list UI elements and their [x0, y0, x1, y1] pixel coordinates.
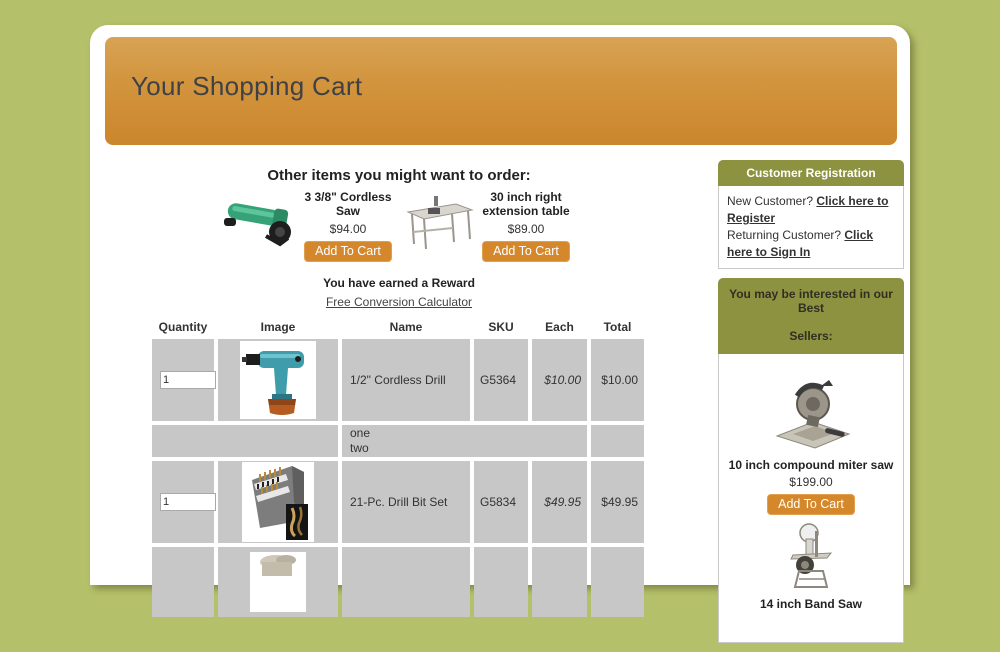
quantity-cell [152, 339, 214, 421]
col-header-quantity: Quantity [152, 317, 214, 335]
product-image-cell [218, 461, 338, 543]
best-seller-name: 10 inch compound miter saw [725, 458, 897, 472]
add-to-cart-button[interactable]: Add To Cart [767, 494, 855, 515]
suggested-item: 30 inch right extension table $89.00 Add… [476, 190, 576, 262]
suggested-item-price: $89.00 [476, 222, 576, 236]
note-line: two [350, 441, 586, 456]
product-name: 1/2" Cordless Drill [342, 339, 470, 421]
col-header-total: Total [591, 317, 644, 335]
product-total-price [591, 547, 644, 617]
suggestions-heading: Other items you might want to order: [148, 167, 650, 184]
partial-product-image [250, 552, 306, 612]
product-sku [474, 547, 528, 617]
col-header-each: Each [532, 317, 587, 335]
note-cell: one two [342, 425, 587, 457]
cart-table-header-row: Quantity Image Name SKU Each Total [152, 317, 644, 335]
best-sellers-title-line2: Sellers: [726, 329, 896, 343]
page-title: Your Shopping Cart [105, 37, 897, 102]
suggested-item: 3 3/8" Cordless Saw $94.00 Add To Cart [302, 190, 394, 262]
suggested-items-row: 3 3/8" Cordless Saw $94.00 Add To Cart [148, 190, 650, 262]
band-saw-image [725, 523, 897, 589]
content-card: Your Shopping Cart Other items you might… [90, 25, 910, 585]
returning-customer-label: Returning Customer? [727, 228, 844, 242]
col-header-sku: SKU [474, 317, 528, 335]
cart-table: Quantity Image Name SKU Each Total [148, 313, 648, 621]
new-customer-label: New Customer? [727, 194, 816, 208]
suggested-item-name: 30 inch right extension table [476, 190, 576, 218]
best-sellers-title-line1: You may be interested in our Best [726, 287, 896, 315]
note-line: one [350, 426, 586, 441]
note-empty-cell [591, 425, 644, 457]
best-seller-price: $199.00 [725, 475, 897, 489]
suggested-item-price: $94.00 [302, 222, 394, 236]
drill-bit-set-image [242, 462, 314, 542]
add-to-cart-button[interactable]: Add To Cart [482, 241, 570, 262]
quantity-cell [152, 547, 214, 617]
reward-message: You have earned a Reward [148, 276, 650, 290]
product-image-cell [218, 339, 338, 421]
cordless-saw-image [222, 198, 302, 255]
quantity-input[interactable] [160, 493, 216, 511]
customer-registration-box: Customer Registration New Customer? Clic… [718, 160, 904, 269]
best-sellers-box: You may be interested in our Best Seller… [718, 278, 904, 643]
extension-table-image [404, 194, 476, 259]
cart-row: 21-Pc. Drill Bit Set G5834 $49.95 $49.95 [152, 461, 644, 543]
best-sellers-title: You may be interested in our Best Seller… [718, 278, 904, 354]
product-total-price: $10.00 [591, 339, 644, 421]
cart-note-row: one two [152, 425, 644, 457]
product-each-price: $49.95 [532, 461, 587, 543]
quantity-input[interactable] [160, 371, 216, 389]
main-column: Other items you might want to order: [148, 159, 650, 621]
best-seller-name: 14 inch Band Saw [725, 597, 897, 611]
product-each-price [532, 547, 587, 617]
col-header-image: Image [218, 317, 338, 335]
sidebar: Customer Registration New Customer? Clic… [718, 160, 904, 652]
cart-row-partial [152, 547, 644, 617]
cordless-drill-image [240, 341, 316, 419]
customer-registration-title: Customer Registration [718, 160, 904, 186]
page: { "page": { "title": "Your Shopping Cart… [0, 0, 1000, 528]
product-each-price: $10.00 [532, 339, 587, 421]
conversion-calculator-link[interactable]: Free Conversion Calculator [148, 295, 650, 309]
page-banner: Your Shopping Cart [105, 37, 897, 145]
quantity-cell [152, 461, 214, 543]
customer-registration-body: New Customer? Click here to Register Ret… [718, 186, 904, 269]
product-name [342, 547, 470, 617]
add-to-cart-button[interactable]: Add To Cart [304, 241, 392, 262]
col-header-name: Name [342, 317, 470, 335]
product-name: 21-Pc. Drill Bit Set [342, 461, 470, 543]
product-total-price: $49.95 [591, 461, 644, 543]
cart-row: 1/2" Cordless Drill G5364 $10.00 $10.00 [152, 339, 644, 421]
product-image-cell [218, 547, 338, 617]
product-sku: G5834 [474, 461, 528, 543]
best-sellers-body: 10 inch compound miter saw $199.00 Add T… [718, 354, 904, 643]
product-sku: G5364 [474, 339, 528, 421]
note-empty-cell [152, 425, 338, 457]
suggested-item-name: 3 3/8" Cordless Saw [302, 190, 394, 218]
miter-saw-image [725, 378, 897, 450]
